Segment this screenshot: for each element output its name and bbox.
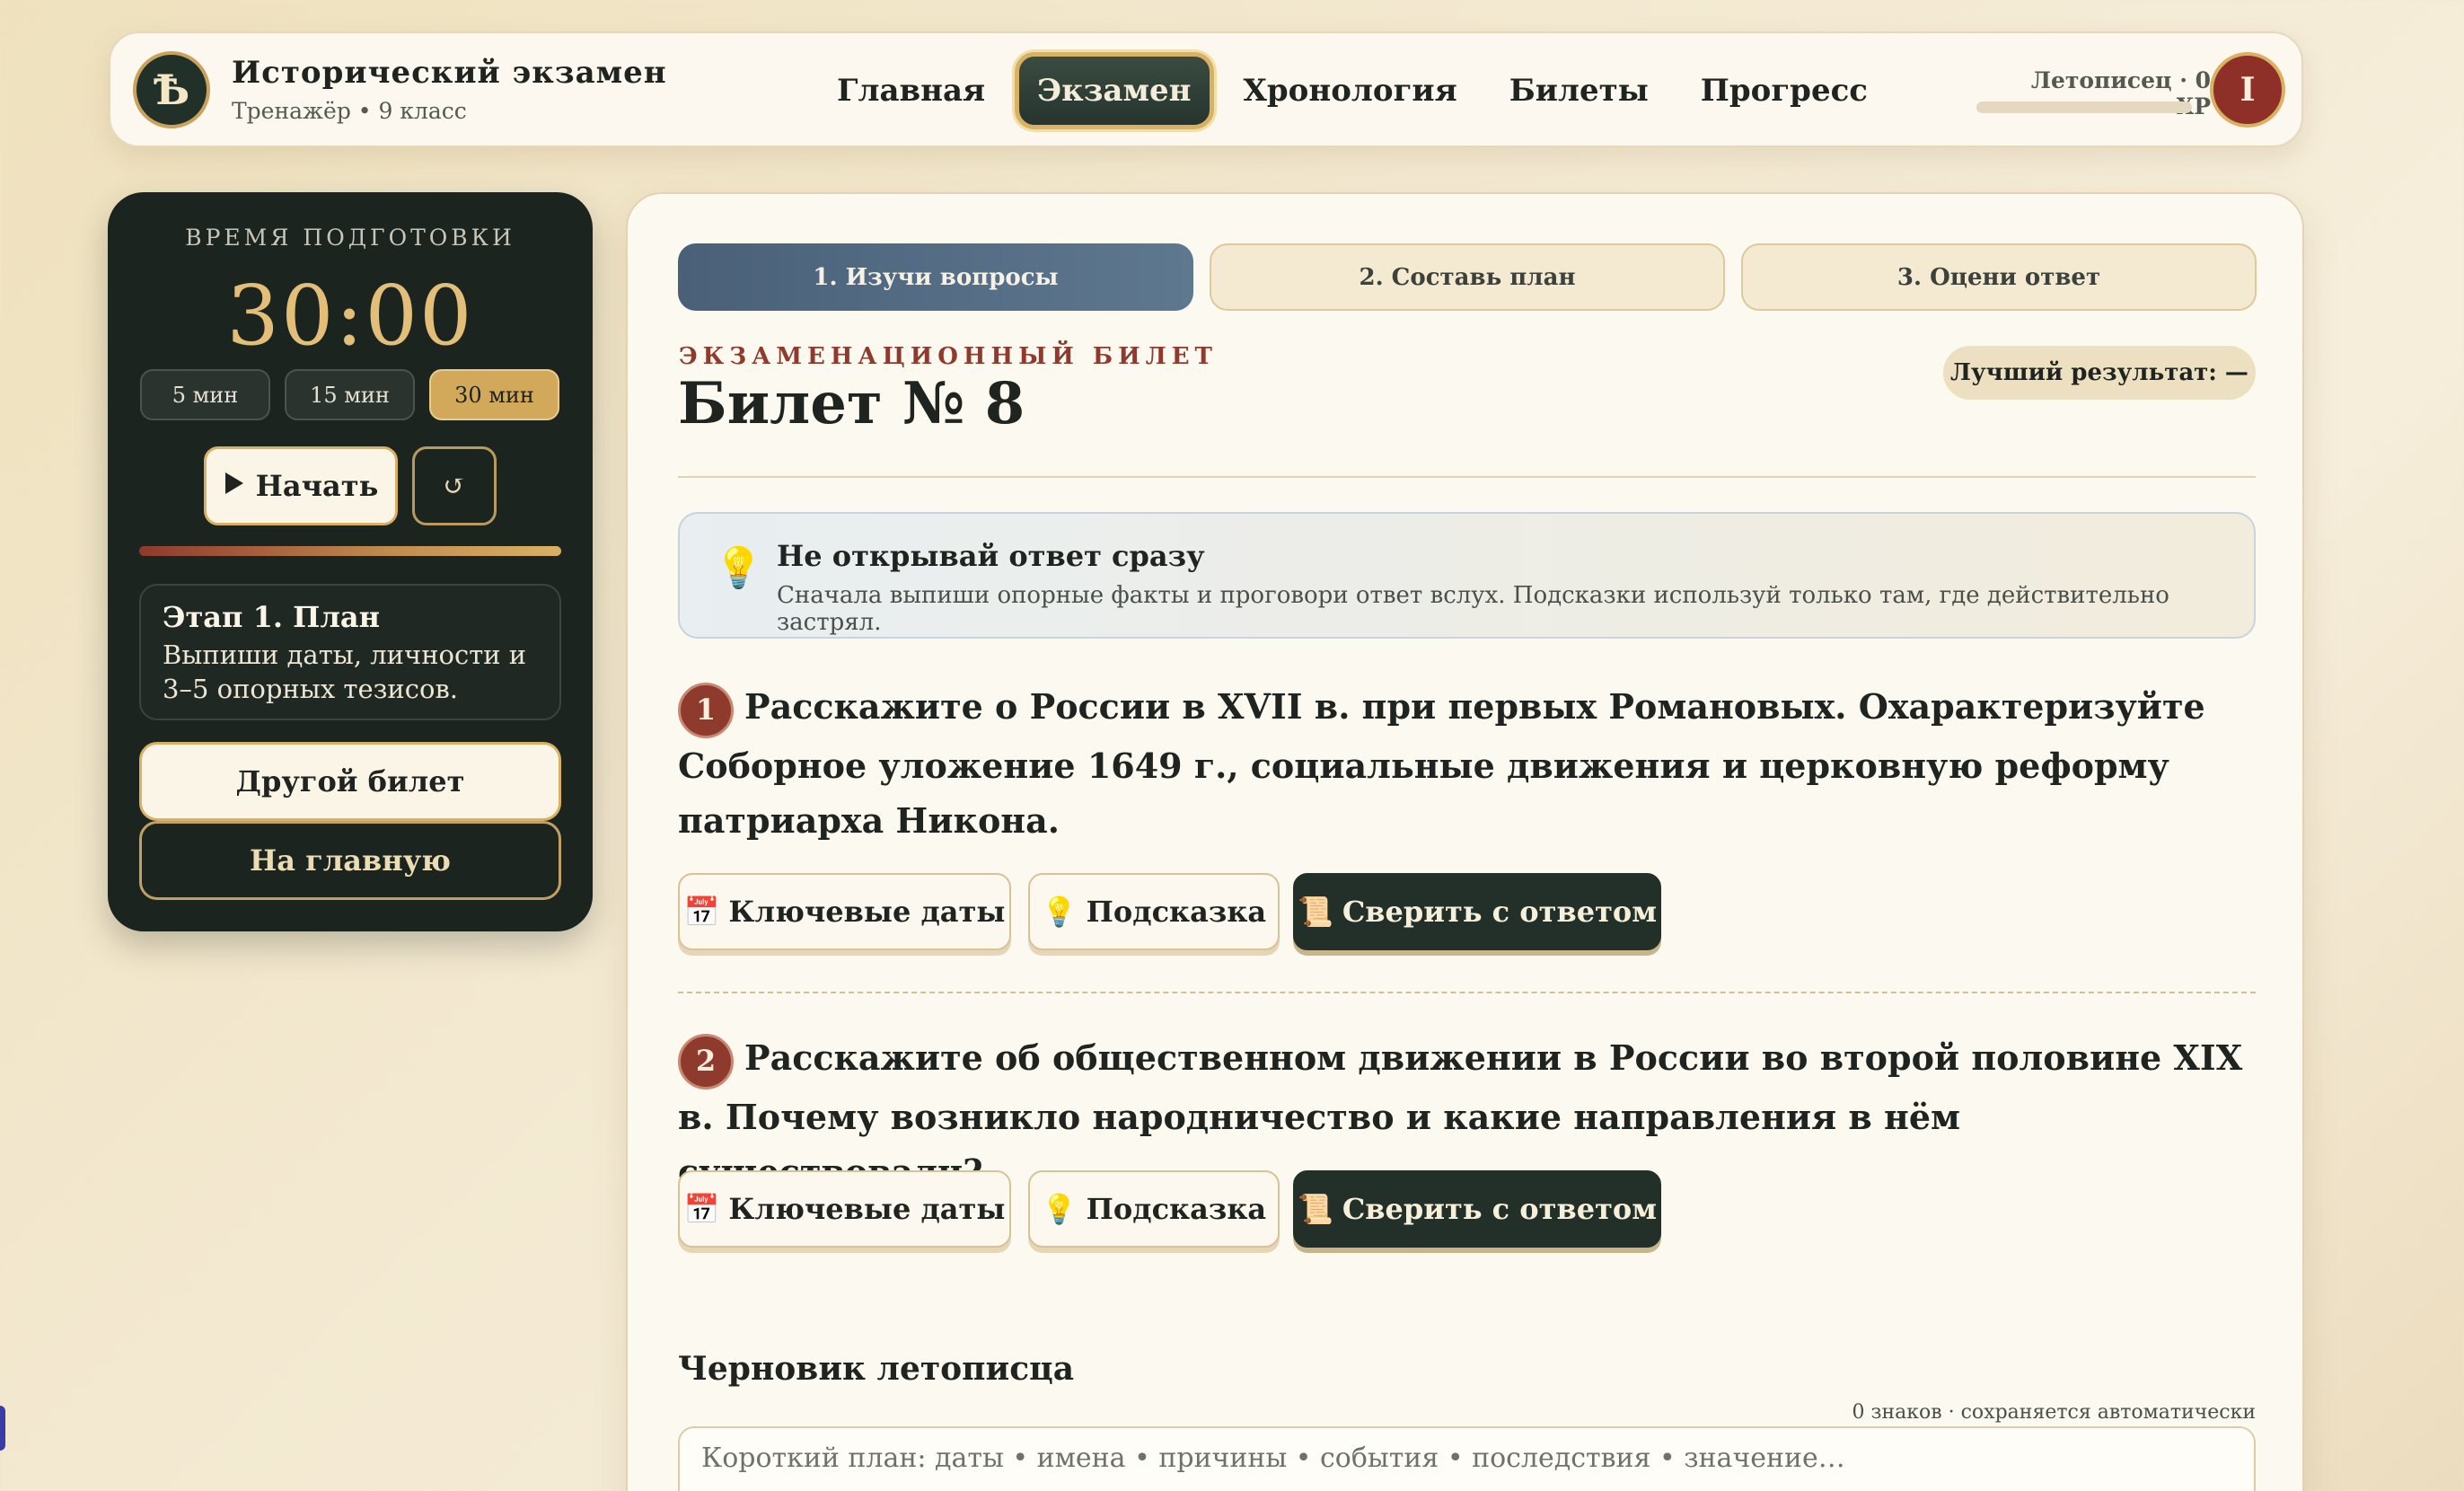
calendar-icon: 📅 [683,1192,720,1226]
top-header: Ѣ Исторический экзамен Тренажёр • 9 клас… [109,31,2303,147]
tip-box: 💡 Не открывай ответ сразу Сначала выпиши… [678,512,2256,639]
check-label: Сверить с ответом [1342,1192,1658,1226]
q1-dates-button[interactable]: 📅 Ключевые даты [678,873,1011,950]
question-number-badge: 2 [678,1033,734,1090]
check-label: Сверить с ответом [1342,895,1658,929]
duration-30-button[interactable]: 30 мин [429,369,559,420]
home-button[interactable]: На главную [139,821,561,900]
draft-char-count: 0 знаков · сохраняется автоматически [1852,1401,2256,1424]
nav-exam[interactable]: Экзамен [1015,52,1214,129]
dates-label: Ключевые даты [728,895,1006,929]
question-number-badge: 1 [678,682,734,738]
question-text: Расскажите об общественном движении в Ро… [678,1037,2243,1192]
reset-button[interactable]: ↺ [412,446,497,525]
ticket-caption: ЭКЗАМЕНАЦИОННЫЙ БИЛЕТ [679,343,1218,370]
q1-hint-button[interactable]: 💡 Подсказка [1028,873,1280,950]
best-result-badge: Лучший результат: — [1943,346,2256,400]
stage-card: Этап 1. План Выпиши даты, личности и 3–5… [139,584,561,720]
lightbulb-icon: 💡 [714,545,763,591]
dates-label: Ключевые даты [728,1192,1006,1226]
edge-indicator [0,1406,5,1451]
stage-text: Выпиши даты, личности и 3–5 опорных тези… [163,640,527,704]
tip-text: Сначала выпиши опорные факты и проговори… [777,582,2169,636]
reset-icon: ↺ [443,470,466,502]
other-ticket-button[interactable]: Другой билет [139,742,561,821]
app-subtitle: Тренажёр • 9 класс [232,98,467,124]
lightbulb-icon: 💡 [1041,1192,1078,1226]
stage-title: Этап 1. План [163,600,381,634]
timer-display: 30:00 [226,268,474,364]
lightbulb-icon: 💡 [1041,895,1078,929]
hint-label: Подсказка [1086,1192,1267,1226]
nav-tickets[interactable]: Билеты [1483,52,1675,129]
xp-progress-bar [1976,101,2192,113]
question-text: Расскажите о России в XVII в. при первых… [678,686,2205,841]
start-button[interactable]: Начать [204,446,398,525]
app-title: Исторический экзамен [232,55,667,91]
play-icon [224,469,245,503]
q2-hint-button[interactable]: 💡 Подсказка [1028,1170,1280,1248]
step-tab-study[interactable]: 1. Изучи вопросы [678,243,1193,311]
duration-15-button[interactable]: 15 мин [285,369,415,420]
hint-label: Подсказка [1086,895,1267,929]
question-divider [678,992,2256,993]
ticket-panel: 1. Изучи вопросы 2. Составь план 3. Оцен… [626,192,2304,1491]
duration-5-button[interactable]: 5 мин [140,369,270,420]
logo-icon[interactable]: Ѣ [133,51,210,128]
draft-title: Черновик летописца [678,1350,1075,1388]
nav-progress[interactable]: Прогресс [1675,52,1894,129]
draft-textarea[interactable] [678,1426,2256,1491]
divider [678,476,2256,478]
scroll-icon: 📜 [1297,895,1333,929]
timer-progress-bar [139,546,561,556]
ticket-title: Билет № 8 [678,370,1025,437]
calendar-icon: 📅 [683,895,720,929]
q2-check-button[interactable]: 📜 Сверить с ответом [1293,1170,1661,1248]
avatar[interactable]: I [2210,52,2285,128]
start-label: Начать [255,469,379,503]
main-nav: Главная Экзамен Хронология Билеты Прогре… [811,44,1894,137]
nav-home[interactable]: Главная [811,52,1011,129]
nav-chronology[interactable]: Хронология [1218,52,1483,129]
timer-caption: ВРЕМЯ ПОДГОТОВКИ [185,225,515,251]
question-1: 1 Расскажите о России в XVII в. при первы… [678,679,2267,848]
tip-title: Не открывай ответ сразу [777,539,1205,573]
timer-sidebar: ВРЕМЯ ПОДГОТОВКИ 30:00 5 мин 15 мин 30 м… [108,192,593,931]
scroll-icon: 📜 [1297,1192,1333,1226]
q2-dates-button[interactable]: 📅 Ключевые даты [678,1170,1011,1248]
step-tab-plan[interactable]: 2. Составь план [1210,243,1725,311]
step-tab-evaluate[interactable]: 3. Оцени ответ [1741,243,2257,311]
q1-check-button[interactable]: 📜 Сверить с ответом [1293,873,1661,950]
